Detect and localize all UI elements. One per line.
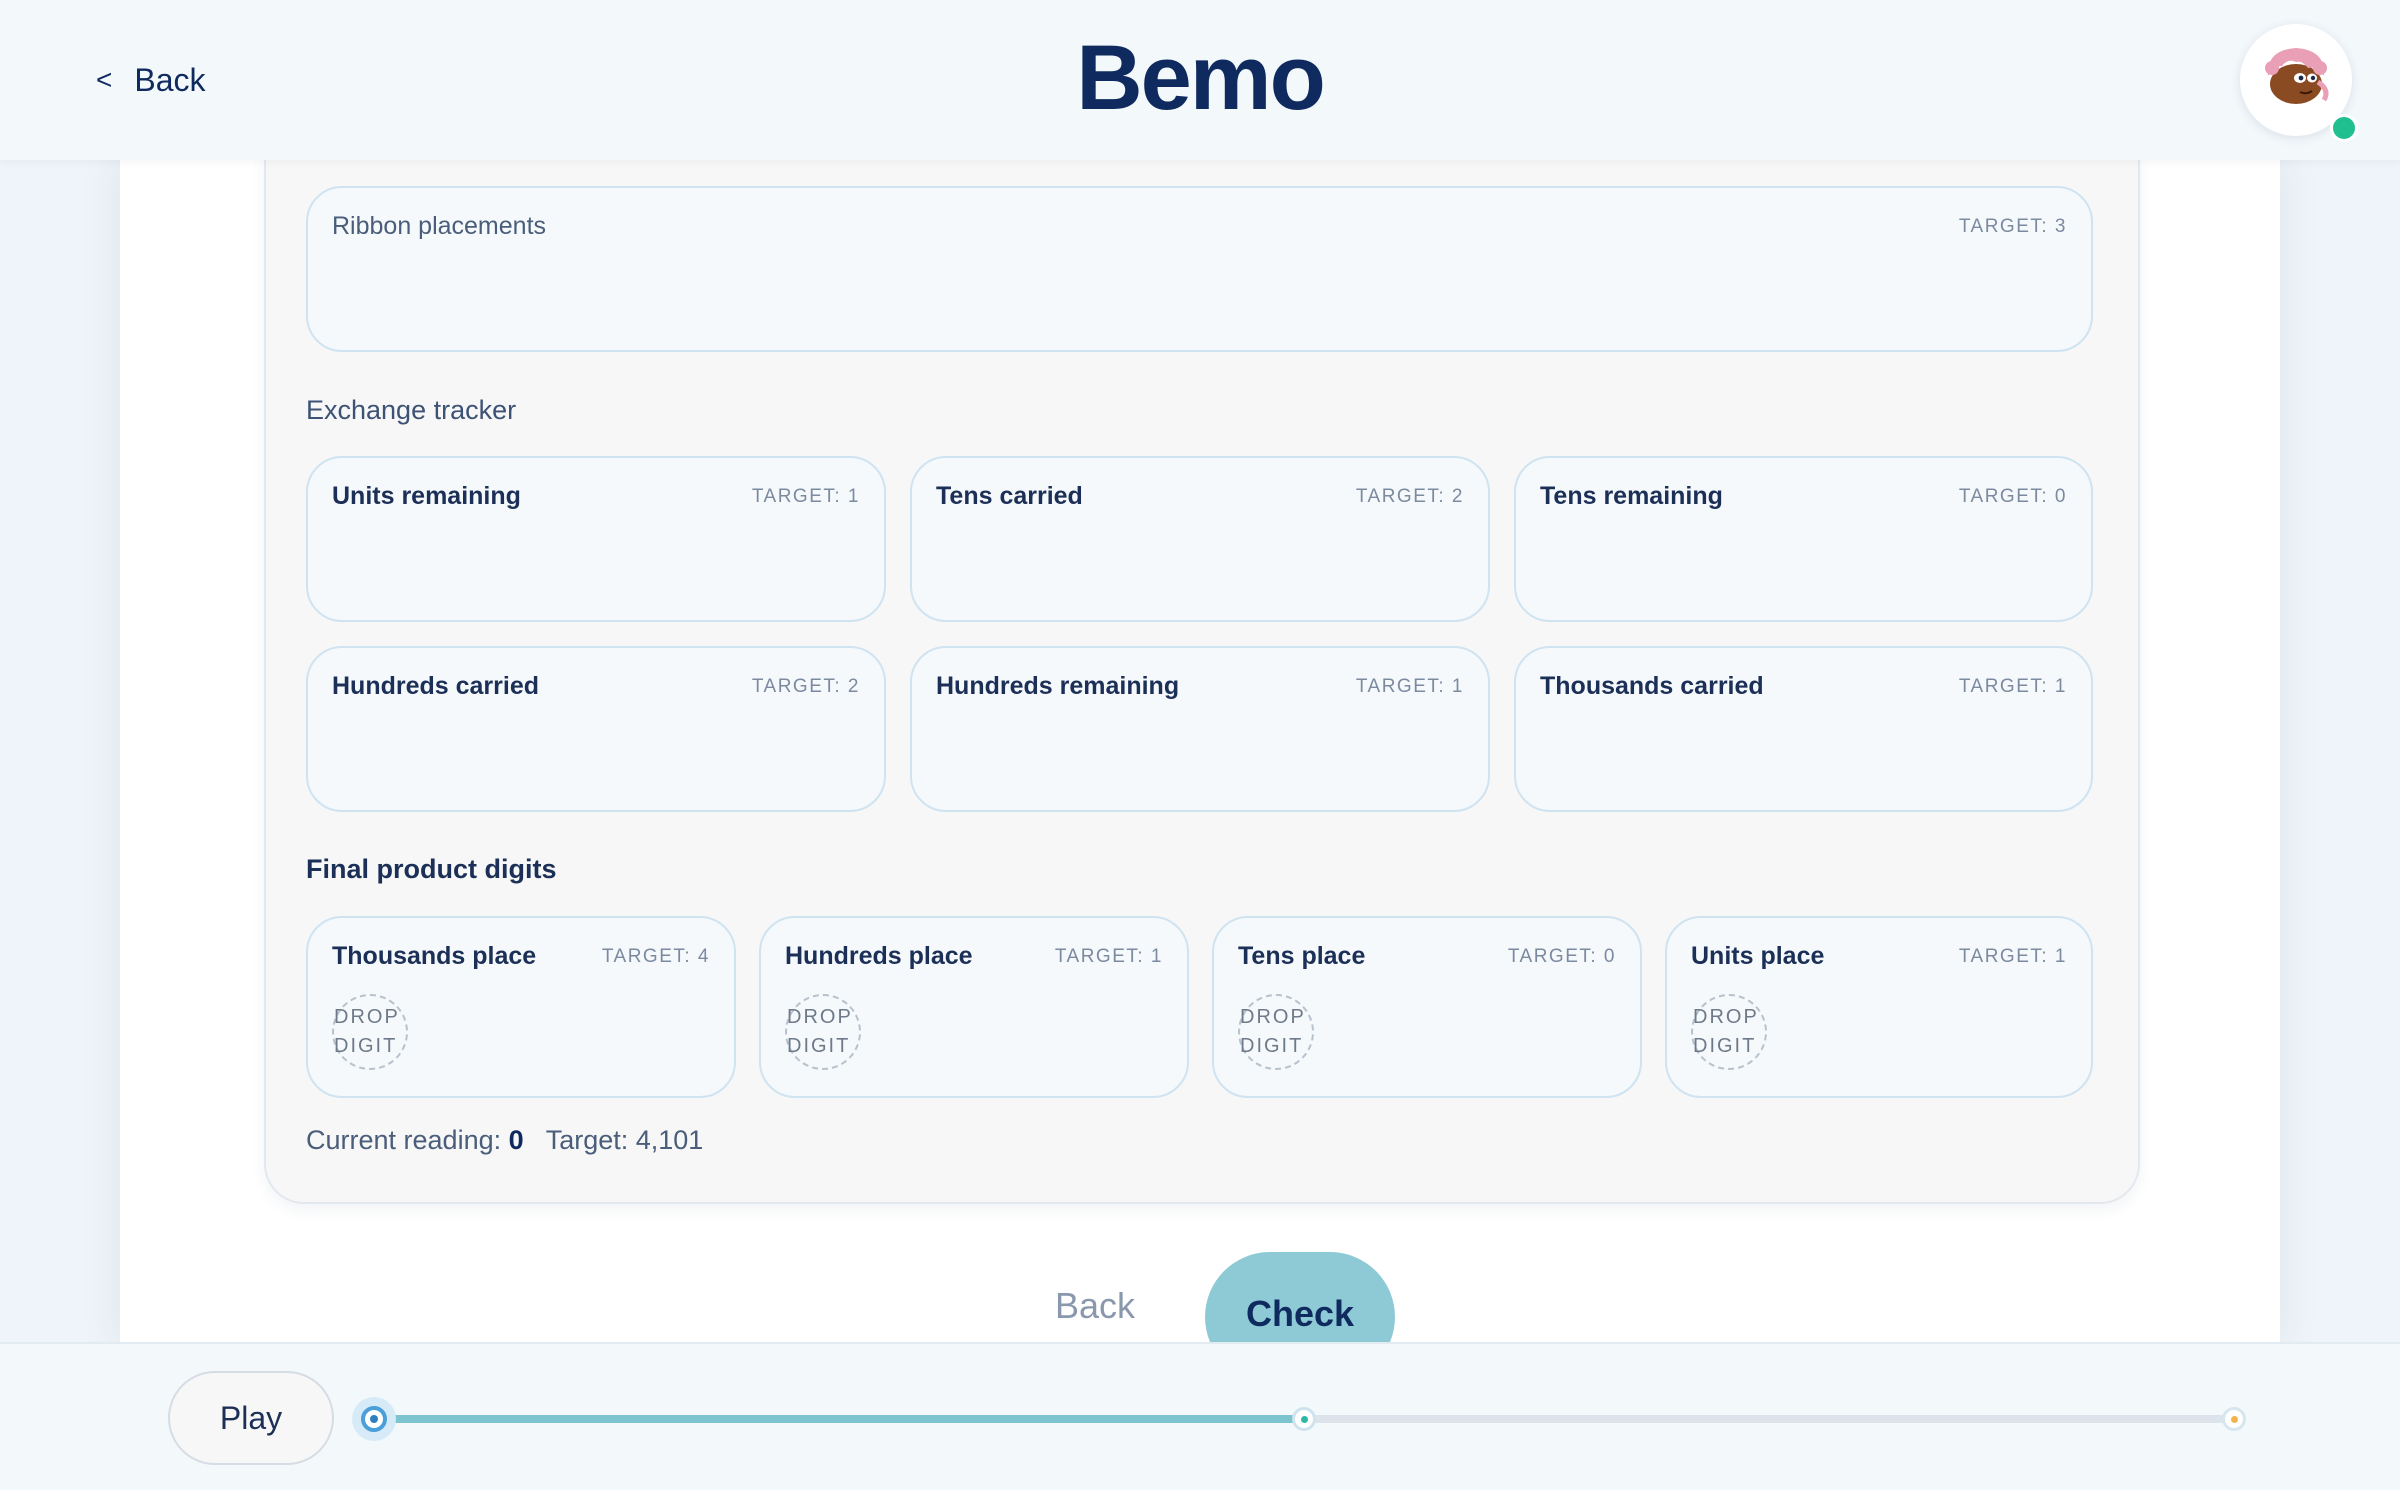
progress-fill (374, 1415, 1304, 1423)
end-marker[interactable] (2222, 1407, 2246, 1431)
slot-target: TARGET: 0 (1507, 946, 1616, 967)
slot-target: TARGET: 1 (1958, 676, 2067, 697)
slot-target: TARGET: 1 (1054, 946, 1163, 967)
slot-target: TARGET: 1 (1958, 946, 2067, 967)
checkpoint-marker[interactable] (1292, 1407, 1316, 1431)
slot-label: Tens remaining (1540, 482, 1723, 510)
reading-line: Current reading: 0 Target: 4,101 (306, 1125, 703, 1156)
app-title: Bemo (1076, 27, 1326, 129)
drop-digit-target[interactable]: DROP DIGIT (1238, 994, 1314, 1070)
current-reading-value: 0 (508, 1125, 524, 1155)
drop-digit-target[interactable]: DROP DIGIT (1691, 994, 1767, 1070)
slot-label: Units remaining (332, 482, 521, 510)
exchange-tracker-heading: Exchange tracker (306, 395, 517, 425)
drop-digit-target[interactable]: DROP DIGIT (785, 994, 861, 1070)
slot-label: Hundreds place (785, 942, 973, 970)
slot-label: Hundreds remaining (936, 672, 1180, 700)
online-status-indicator (2330, 114, 2358, 142)
top-header: < Back Bemo (0, 0, 2400, 160)
slot-target: TARGET: 2 (751, 676, 860, 697)
play-button[interactable]: Play (168, 1371, 334, 1465)
avatar-character-icon (2265, 48, 2329, 104)
ribbon-placements-slot[interactable]: Ribbon placements TARGET: 3 (306, 186, 2093, 352)
hundreds-remaining-slot[interactable]: Hundreds remaining TARGET: 1 (910, 646, 1490, 812)
current-step-marker[interactable] (352, 1397, 396, 1441)
tens-remaining-slot[interactable]: Tens remaining TARGET: 0 (1514, 456, 2093, 622)
slot-target: TARGET: 1 (751, 486, 860, 507)
hundreds-carried-slot[interactable]: Hundreds carried TARGET: 2 (306, 646, 886, 812)
back-button[interactable]: Back (1040, 1285, 1150, 1327)
tens-place-slot[interactable]: Tens place TARGET: 0 DROP DIGIT (1212, 916, 1642, 1098)
slot-label: Units place (1691, 942, 1825, 970)
slot-label: Tens carried (936, 482, 1083, 510)
slot-label: Thousands carried (1540, 672, 1764, 700)
slot-target: TARGET: 0 (1958, 486, 2067, 507)
slot-label: Ribbon placements (332, 212, 547, 240)
bottom-timeline-bar: Play (0, 1342, 2400, 1490)
slot-label: Tens place (1238, 942, 1366, 970)
avatar[interactable] (2240, 24, 2358, 142)
slot-target: TARGET: 4 (601, 946, 710, 967)
current-reading-label: Current reading: (306, 1125, 502, 1155)
slot-label: Hundreds carried (332, 672, 540, 700)
drop-digit-target[interactable]: DROP DIGIT (332, 994, 408, 1070)
slot-label: Thousands place (332, 942, 537, 970)
hundreds-place-slot[interactable]: Hundreds place TARGET: 1 DROP DIGIT (759, 916, 1189, 1098)
slot-target: TARGET: 1 (1355, 676, 1464, 697)
thousands-place-slot[interactable]: Thousands place TARGET: 4 DROP DIGIT (306, 916, 736, 1098)
units-place-slot[interactable]: Units place TARGET: 1 DROP DIGIT (1665, 916, 2093, 1098)
units-remaining-slot[interactable]: Units remaining TARGET: 1 (306, 456, 886, 622)
slot-target: TARGET: 2 (1355, 486, 1464, 507)
thousands-carried-slot[interactable]: Thousands carried TARGET: 1 (1514, 646, 2093, 812)
final-product-heading: Final product digits (306, 854, 557, 884)
slot-target: TARGET: 3 (1958, 216, 2067, 237)
tens-carried-slot[interactable]: Tens carried TARGET: 2 (910, 456, 1490, 622)
target-reading: Target: 4,101 (545, 1125, 704, 1155)
